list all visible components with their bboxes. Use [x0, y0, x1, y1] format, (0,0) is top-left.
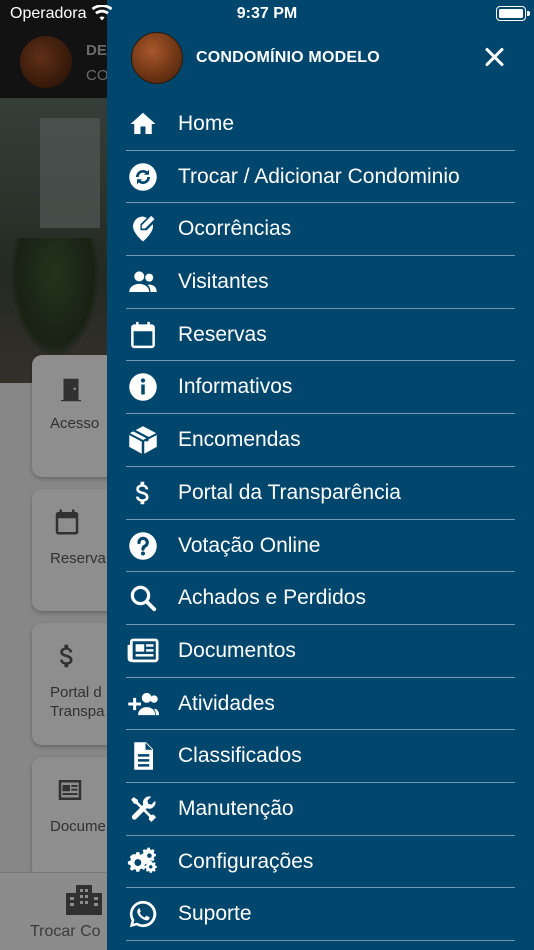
menu-item-manutencao[interactable]: Manutenção	[126, 783, 515, 836]
menu-item-informativos[interactable]: Informativos	[126, 361, 515, 415]
visitors-icon	[129, 271, 157, 293]
package-icon	[129, 426, 157, 454]
menu-item-label: Votação Online	[178, 533, 321, 557]
menu-item-configuracoes[interactable]: Configurações	[126, 836, 515, 889]
menu-item-votacao-online[interactable]: Votação Online	[126, 520, 515, 573]
menu-item-label: Configurações	[178, 849, 314, 873]
menu-item-visitantes[interactable]: Visitantes	[126, 256, 515, 309]
menu-item-atividades[interactable]: Atividades	[126, 678, 515, 731]
menu-item-portal-transparencia[interactable]: Portal da Transparência	[126, 467, 515, 520]
menu-item-label: Portal da Transparência	[178, 480, 401, 504]
gears-icon	[127, 847, 157, 873]
question-icon	[129, 531, 157, 560]
side-drawer: CONDOMÍNIO MODELO Home Trocar / Adiciona…	[107, 0, 534, 950]
menu-item-label: Reservas	[178, 322, 267, 346]
status-time: 9:37 PM	[236, 5, 298, 22]
menu-item-label: Achados e Perdidos	[178, 586, 366, 610]
menu-item-label: Ocorrências	[178, 217, 292, 241]
menu-item-label: Trocar / Adicionar Condominio	[178, 164, 460, 188]
menu-item-achados-perdidos[interactable]: Achados e Perdidos	[126, 572, 515, 625]
dollar-icon	[136, 481, 149, 505]
menu-item-ocorrencias[interactable]: Ocorrências	[126, 203, 515, 257]
menu-item-home[interactable]: Home	[126, 98, 515, 151]
swap-icon	[129, 162, 157, 191]
status-bar: Operadora 9:37 PM	[0, 0, 534, 30]
drawer-title: CONDOMÍNIO MODELO	[196, 49, 380, 66]
menu-item-label: Classificados	[178, 744, 302, 768]
battery-icon	[496, 6, 530, 21]
newspaper-icon	[127, 638, 159, 663]
menu-item-encomendas[interactable]: Encomendas	[126, 414, 515, 467]
search-icon	[130, 585, 157, 612]
menu-item-label: Informativos	[178, 375, 293, 399]
drawer-menu: Home Trocar / Adicionar Condominio Ocorr…	[126, 98, 515, 941]
calendar-icon	[131, 321, 155, 348]
menu-item-label: Atividades	[178, 691, 275, 715]
tools-icon	[131, 796, 157, 822]
report-icon	[133, 216, 155, 242]
close-icon[interactable]	[481, 44, 507, 70]
menu-item-trocar-condominio[interactable]: Trocar / Adicionar Condominio	[126, 151, 515, 204]
menu-item-label: Manutenção	[178, 796, 294, 820]
menu-item-documentos[interactable]: Documentos	[126, 625, 515, 678]
menu-item-suporte[interactable]: Suporte	[126, 888, 515, 941]
menu-item-label: Home	[178, 112, 235, 135]
condominium-avatar	[131, 32, 183, 84]
menu-item-label: Documentos	[178, 638, 296, 662]
menu-item-label: Visitantes	[178, 270, 269, 294]
home-icon	[130, 112, 156, 134]
document-icon	[134, 742, 153, 770]
menu-item-label: Encomendas	[178, 428, 301, 452]
info-icon	[129, 373, 157, 402]
menu-item-label: Suporte	[178, 902, 252, 926]
add-user-icon	[128, 692, 159, 715]
whatsapp-icon	[129, 901, 157, 928]
menu-item-reservas[interactable]: Reservas	[126, 309, 515, 362]
menu-item-classificados[interactable]: Classificados	[126, 730, 515, 783]
